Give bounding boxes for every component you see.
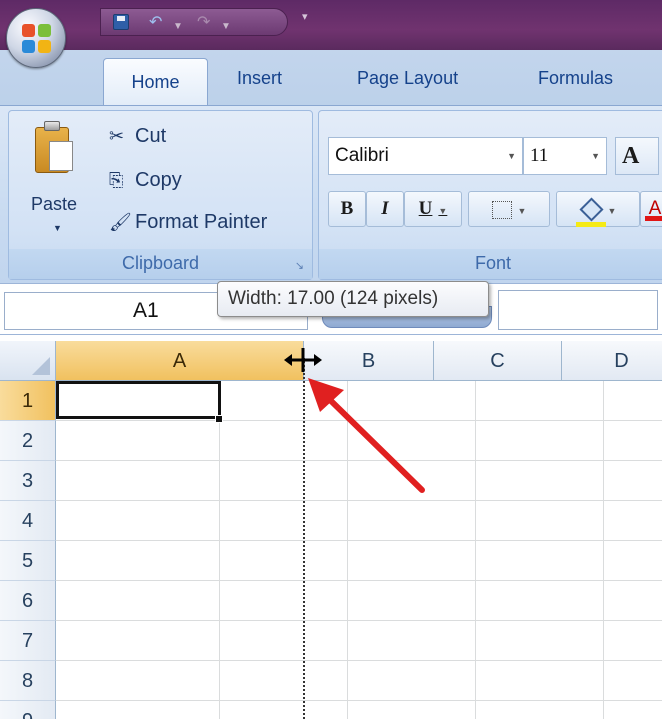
undo-dropdown-icon[interactable]: ▼ [173,18,183,36]
worksheet-grid[interactable]: A B C D 1 2 3 4 5 6 7 8 9 [0,336,662,719]
dialog-launcher-icon[interactable]: ↘ [295,259,304,272]
grow-font-button[interactable]: A [615,137,659,175]
formula-input[interactable] [498,290,658,330]
red-arrow-annotation [308,378,425,493]
select-all-button[interactable] [0,341,56,381]
clipboard-group-label: Clipboard [9,249,312,279]
title-bar: ↶ ▼ ↷ ▼ ▾ [0,0,662,50]
redo-dropdown-icon[interactable]: ▼ [221,18,231,36]
chevron-down-icon[interactable]: ▼ [507,138,516,174]
row-header-3[interactable]: 3 [0,461,56,501]
underline-label: U [418,198,433,219]
gridline [56,660,662,661]
cut-button[interactable]: ✂ Cut [109,125,166,148]
tab-page-layout[interactable]: Page Layout [357,68,458,89]
customize-qat-icon[interactable]: ▾ [302,10,308,23]
row-header-4[interactable]: 4 [0,501,56,541]
tab-insert[interactable]: Insert [237,68,282,89]
row-header-8[interactable]: 8 [0,661,56,701]
chevron-down-icon[interactable]: ▼ [438,206,447,216]
underline-button[interactable]: U ▼ [404,191,462,227]
font-size-value: 11 [530,145,549,166]
paste-dropdown-icon[interactable]: ▼ [53,223,62,233]
gridline [603,381,604,719]
tab-formulas[interactable]: Formulas [538,68,613,89]
column-header-d[interactable]: D [562,341,662,381]
row-header-6[interactable]: 6 [0,581,56,621]
gridline [56,580,662,581]
selected-cell-a1[interactable] [56,381,221,419]
row-header-2[interactable]: 2 [0,421,56,461]
row-header-7[interactable]: 7 [0,621,56,661]
bold-button[interactable]: B [328,191,366,227]
ribbon: Paste ▼ ✂ Cut ⎘ Copy 🖌 Format Painter Clipb… [0,105,662,283]
cut-label: Cut [135,125,167,147]
quick-access-toolbar: ↶ ▼ ↷ ▼ [100,8,288,36]
font-name-value: Calibri [335,145,389,166]
gridline [219,381,220,719]
gridline [56,700,662,701]
row-header-5[interactable]: 5 [0,541,56,581]
format-painter-label: Format Painter [135,211,268,233]
scissors-icon: ✂ [109,126,125,146]
name-box-value: A1 [133,299,159,322]
font-group: Calibri ▼ 11 ▼ A B I U ▼ ▼ ▼ A Font [318,110,662,280]
column-header-a[interactable]: A [56,341,304,381]
gridline [475,381,476,719]
paintbrush-icon: 🖌 [109,212,132,232]
chevron-down-icon[interactable]: ▼ [518,206,527,216]
redo-icon[interactable]: ↷ [197,14,210,32]
chevron-down-icon[interactable]: ▼ [608,206,617,216]
font-color-button[interactable]: A [640,191,662,227]
borders-button[interactable]: ▼ [468,191,550,227]
clipboard-group: Paste ▼ ✂ Cut ⎘ Copy 🖌 Format Painter Clipb… [8,110,313,280]
tab-home[interactable]: Home [103,58,208,106]
office-button[interactable] [6,8,66,68]
font-group-label: Font [319,249,662,279]
copy-button[interactable]: ⎘ Copy [109,169,182,192]
gridline [56,620,662,621]
paste-button[interactable]: Paste [31,194,77,215]
row-header-9[interactable]: 9 [0,701,56,719]
column-width-tooltip: Width: 17.00 (124 pixels) [217,281,489,317]
copy-icon: ⎘ [109,170,124,190]
chevron-down-icon[interactable]: ▼ [591,138,600,174]
fill-handle[interactable] [215,415,223,423]
row-header-1[interactable]: 1 [0,381,56,421]
copy-label: Copy [135,169,182,191]
office-logo-icon [22,24,52,54]
font-name-combobox[interactable]: Calibri ▼ [328,137,523,175]
paste-icon[interactable] [35,121,75,173]
undo-icon[interactable]: ↶ [149,14,162,32]
borders-icon [491,200,512,219]
font-size-combobox[interactable]: 11 ▼ [523,137,607,175]
format-painter-button[interactable]: 🖌 Format Painter [109,211,267,234]
fill-color-button[interactable]: ▼ [556,191,640,227]
paint-bucket-icon [575,199,606,227]
save-icon[interactable] [113,14,129,30]
gridline [56,540,662,541]
italic-button[interactable]: I [366,191,404,227]
